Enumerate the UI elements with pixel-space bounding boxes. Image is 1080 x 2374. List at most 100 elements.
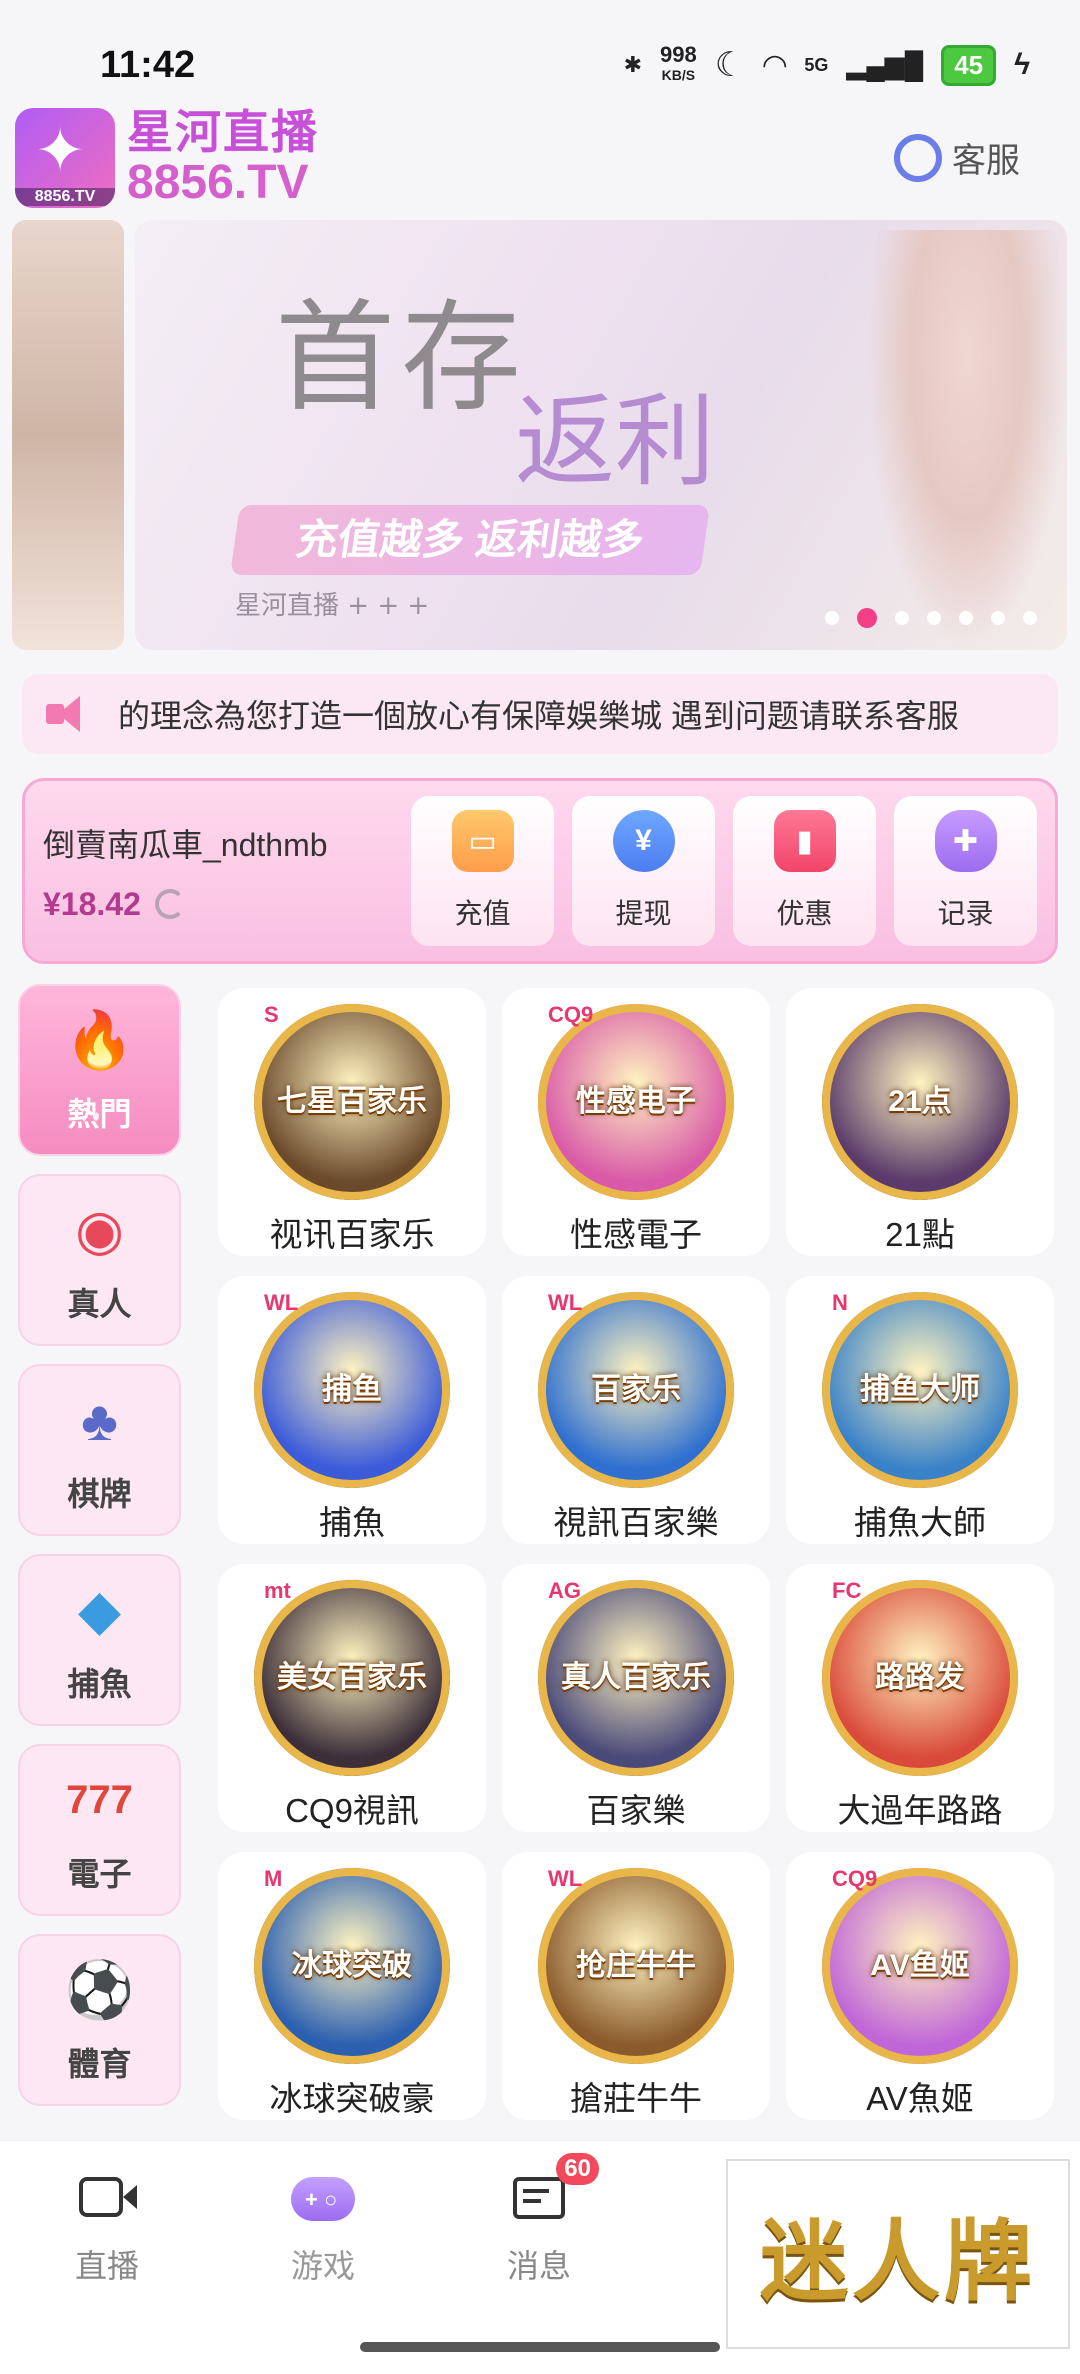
wallet-icon: ▭ <box>451 810 514 872</box>
shark-icon: ◆ <box>77 1578 122 1641</box>
bluetooth-icon: ✱ <box>623 52 643 77</box>
nav-label: 消息 <box>506 2248 571 2284</box>
home-indicator[interactable] <box>360 2342 720 2352</box>
game-thumbnail: WL 百家乐 <box>538 1290 734 1488</box>
provider-logo: mt <box>264 1578 291 1603</box>
net-speed-unit: KB/S <box>661 67 696 83</box>
game-art-title: 七星百家乐 <box>277 1085 427 1119</box>
banner-slide[interactable]: 首存 返利 充值越多 返利越多 星河直播 + + + <box>135 220 1067 650</box>
game-art-title: 捕鱼大师 <box>860 1373 980 1407</box>
game-thumbnail: mt 美女百家乐 <box>254 1578 450 1776</box>
speaker-icon <box>46 696 90 732</box>
game-thumbnail: CQ9 AV鱼姬 <box>822 1866 1018 2064</box>
category-sports[interactable]: ⚽ 體育 <box>18 1934 181 2106</box>
message-icon: 60 <box>507 2153 599 2227</box>
game-card[interactable]: WL 捕鱼 捕魚 <box>218 1276 486 1544</box>
status-time: 11:42 <box>100 43 196 86</box>
brand-domain: 8856.TV <box>127 155 309 209</box>
brand: 星河直播 8856.TV <box>127 109 319 207</box>
records-button[interactable]: ✚ 记录 <box>894 796 1037 946</box>
refresh-icon[interactable] <box>154 889 185 919</box>
game-name: 捕魚大師 <box>854 1504 986 1541</box>
withdraw-button[interactable]: ¥ 提现 <box>572 796 715 946</box>
game-card[interactable]: S 七星百家乐 视讯百家乐 <box>218 988 486 1256</box>
logo-text: 8856.TV <box>15 187 115 206</box>
promotion-button[interactable]: ▮ 优惠 <box>733 796 876 946</box>
game-card[interactable]: CQ9 性感电子 性感電子 <box>502 988 770 1256</box>
category-label: 真人 <box>67 1286 132 1322</box>
category-slots[interactable]: 777 電子 <box>18 1744 181 1916</box>
carousel-dot[interactable] <box>895 611 909 625</box>
game-name: 21點 <box>885 1216 955 1253</box>
game-card[interactable]: mt 美女百家乐 CQ9視訊 <box>218 1564 486 1832</box>
category-fishing[interactable]: ◆ 捕魚 <box>18 1554 181 1726</box>
game-art-title: 性感电子 <box>576 1085 696 1119</box>
headset-icon <box>894 133 942 182</box>
customer-service-label: 客服 <box>952 142 1020 180</box>
category-sidebar: 🔥 熱門 ◉ 真人 ♣ 棋牌 ◆ 捕魚 777 電子 ⚽ 體育 <box>18 984 183 2124</box>
banner-footer: 星河直播 + + + <box>235 591 430 621</box>
banner-subtitle: 返利 <box>515 383 715 500</box>
carousel-dots <box>825 608 1037 628</box>
carousel-dot[interactable] <box>927 611 941 625</box>
game-art-title: AV鱼姬 <box>870 1949 970 1983</box>
star-logo-icon: ✦ <box>35 116 86 184</box>
game-card[interactable]: M 冰球突破 冰球突破豪 <box>218 1852 486 2120</box>
camera-icon <box>75 2171 139 2227</box>
game-art-title: 抢庄牛牛 <box>576 1949 696 1983</box>
game-art-title: 冰球突破 <box>292 1949 412 1983</box>
carousel-dot[interactable] <box>991 611 1005 625</box>
game-card[interactable]: AG 真人百家乐 百家樂 <box>502 1564 770 1832</box>
floating-ad[interactable]: 迷人牌 <box>726 2159 1070 2349</box>
ad-text: 迷人牌 <box>759 2208 1036 2313</box>
game-card[interactable]: FC 路路发 大過年路路 <box>786 1564 1054 1832</box>
status-bar: 11:42 ✱ 998 KB/S ☾ ◠ 5G ▂▄▆█ 45 ϟ <box>0 0 1080 100</box>
gamepad-icon: + ○ <box>291 2171 355 2227</box>
game-thumbnail: 21点 <box>822 1004 1018 1200</box>
game-art-title: 真人百家乐 <box>561 1661 711 1695</box>
game-name: AV魚姬 <box>866 2080 974 2117</box>
unread-badge: 60 <box>556 2153 599 2185</box>
category-label: 電子 <box>67 1856 132 1892</box>
banner-prev-slide[interactable] <box>12 220 124 650</box>
game-thumbnail: AG 真人百家乐 <box>538 1578 734 1776</box>
wallet-user: 倒賣南瓜車_ndthmb ¥18.42 <box>43 820 411 923</box>
announcement-marquee[interactable]: 的理念為您打造一個放心有保障娛樂城 遇到问题请联系客服 <box>22 674 1058 754</box>
recharge-button[interactable]: ▭ 充值 <box>411 796 554 946</box>
category-live[interactable]: ◉ 真人 <box>18 1174 181 1346</box>
game-card[interactable]: N 捕鱼大师捕魚大師 <box>786 1276 1054 1544</box>
game-art-title: 路路发 <box>875 1661 965 1695</box>
recharge-label: 充值 <box>454 898 511 929</box>
category-cards[interactable]: ♣ 棋牌 <box>18 1364 181 1536</box>
game-card[interactable]: CQ9 AV鱼姬 AV魚姬 <box>786 1852 1054 2120</box>
carousel-dot-active[interactable] <box>857 608 877 628</box>
game-card[interactable]: 21点 21點 <box>786 988 1054 1256</box>
app-logo[interactable]: ✦ 8856.TV <box>15 107 115 208</box>
net-speed: 998 KB/S <box>660 44 697 85</box>
category-hot[interactable]: 🔥 熱門 <box>18 984 181 1156</box>
nav-games[interactable]: + ○ 游戏 <box>248 2171 398 2287</box>
nav-live[interactable]: 直播 <box>32 2171 182 2287</box>
game-card[interactable]: WL 百家乐 視訊百家樂 <box>502 1276 770 1544</box>
nav-messages[interactable]: 60 消息 <box>464 2153 614 2287</box>
carousel-dot[interactable] <box>1023 611 1037 625</box>
game-art-title: 21点 <box>888 1085 952 1119</box>
provider-logo: N <box>832 1290 848 1315</box>
gamepad-icon: ✚ <box>934 810 997 872</box>
fire-icon: 🔥 <box>64 1008 135 1071</box>
game-card[interactable]: WL 抢庄牛牛 搶莊牛牛 <box>502 1852 770 2120</box>
wallet-actions: ▭ 充值 ¥ 提现 ▮ 优惠 ✚ 记录 <box>411 796 1037 946</box>
provider-logo: WL <box>264 1290 299 1315</box>
promo-banner-carousel[interactable]: 首存 返利 充值越多 返利越多 星河直播 + + + <box>0 220 1080 650</box>
category-label: 熱門 <box>67 1096 132 1132</box>
balance-row: ¥18.42 <box>43 886 411 923</box>
wallet-card: 倒賣南瓜車_ndthmb ¥18.42 ▭ 充值 ¥ 提现 ▮ 优惠 ✚ 记录 <box>22 778 1058 964</box>
category-label: 捕魚 <box>67 1666 132 1702</box>
customer-service-button[interactable]: 客服 <box>894 133 1065 182</box>
announcement-text: 的理念為您打造一個放心有保障娛樂城 遇到问题请联系客服 <box>118 698 959 734</box>
game-thumbnail: S 七星百家乐 <box>254 1002 450 1200</box>
category-label: 棋牌 <box>67 1476 132 1512</box>
carousel-dot[interactable] <box>959 611 973 625</box>
carousel-dot[interactable] <box>825 611 839 625</box>
records-label: 记录 <box>937 898 994 929</box>
